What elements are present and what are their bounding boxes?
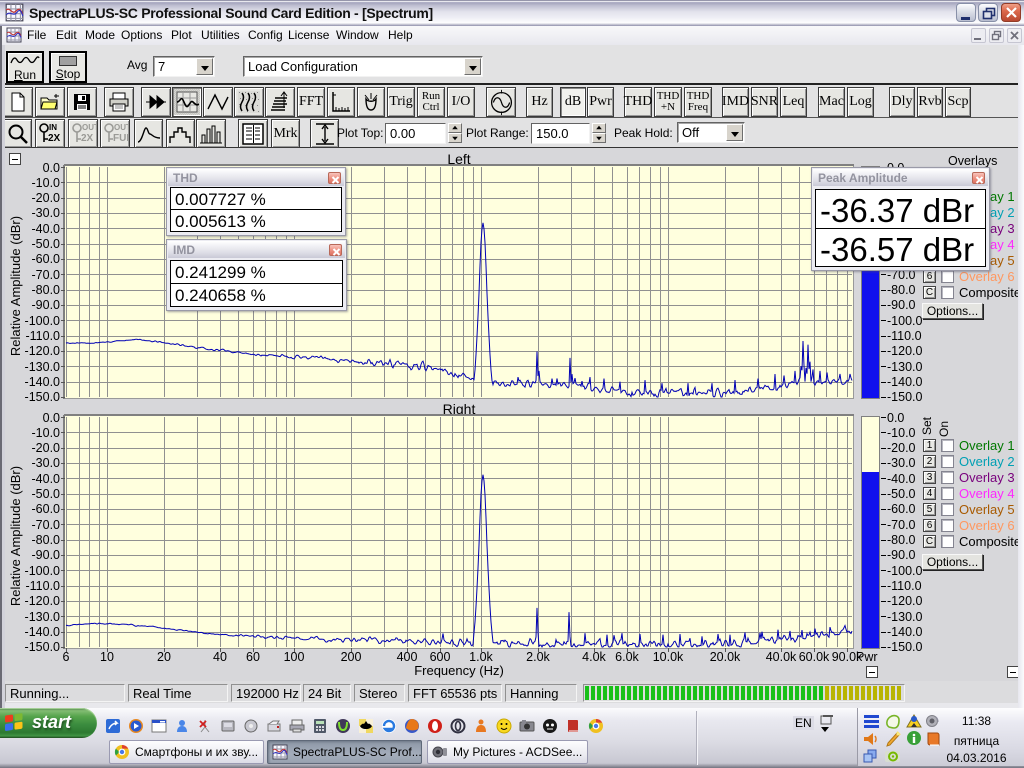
- svg-text:IN: IN: [49, 123, 57, 132]
- svg-text:On: On: [937, 421, 951, 437]
- svg-text:2X: 2X: [48, 133, 61, 144]
- svg-text:Relative Amplitude (dBr): Relative Amplitude (dBr): [8, 466, 23, 606]
- svg-text:-70.0: -70.0: [887, 518, 916, 532]
- svg-text:OUT: OUT: [82, 123, 97, 132]
- svg-text:-30.0: -30.0: [887, 456, 916, 470]
- svg-text:OUT: OUT: [114, 123, 129, 132]
- svg-text:-80.0: -80.0: [32, 283, 61, 297]
- svg-text:2X: 2X: [81, 133, 94, 144]
- svg-text:-110.0: -110.0: [887, 329, 922, 343]
- svg-text:10: 10: [100, 650, 114, 664]
- svg-text:Frequency (Hz): Frequency (Hz): [414, 663, 504, 678]
- svg-text:-40.0: -40.0: [32, 472, 61, 486]
- svg-text:-140.0: -140.0: [25, 625, 60, 639]
- svg-text:60: 60: [246, 650, 260, 664]
- svg-text:-120.0: -120.0: [887, 344, 922, 358]
- svg-text:-80.0: -80.0: [887, 283, 916, 297]
- svg-text:20.0k: 20.0k: [710, 650, 741, 664]
- svg-text:-10.0: -10.0: [32, 176, 61, 190]
- svg-text:-60.0: -60.0: [887, 502, 916, 516]
- svg-text:-100.0: -100.0: [25, 564, 60, 578]
- svg-text:-80.0: -80.0: [887, 533, 916, 547]
- svg-text:-50.0: -50.0: [32, 237, 61, 251]
- svg-text:20: 20: [157, 650, 171, 664]
- svg-text:-60.0: -60.0: [32, 252, 61, 266]
- svg-text:0.0: 0.0: [43, 161, 60, 175]
- svg-text:-140.0: -140.0: [887, 625, 922, 639]
- svg-text:40: 40: [213, 650, 227, 664]
- svg-text:-50.0: -50.0: [32, 487, 61, 501]
- svg-text:-150.0: -150.0: [25, 390, 60, 404]
- svg-text:-20.0: -20.0: [887, 441, 916, 455]
- svg-text:-130.0: -130.0: [887, 610, 922, 624]
- svg-text:-100.0: -100.0: [25, 314, 60, 328]
- svg-text:-130.0: -130.0: [887, 360, 922, 374]
- svg-text:-30.0: -30.0: [32, 206, 61, 220]
- svg-text:0.0: 0.0: [43, 411, 60, 425]
- svg-text:-10.0: -10.0: [32, 426, 61, 440]
- svg-text:-90.0: -90.0: [887, 298, 916, 312]
- svg-text:FUL: FUL: [113, 133, 129, 144]
- svg-text:-150.0: -150.0: [887, 640, 922, 654]
- svg-text:-140.0: -140.0: [887, 375, 922, 389]
- svg-text:-110.0: -110.0: [25, 329, 60, 343]
- svg-text:-110.0: -110.0: [887, 579, 922, 593]
- svg-text:-120.0: -120.0: [887, 594, 922, 608]
- svg-text:200: 200: [341, 650, 362, 664]
- svg-text:-100.0: -100.0: [887, 564, 922, 578]
- svg-text:60.0k: 60.0k: [799, 650, 830, 664]
- svg-text:-20.0: -20.0: [32, 191, 61, 205]
- svg-text:10.0k: 10.0k: [653, 650, 684, 664]
- svg-text:-90.0: -90.0: [32, 548, 61, 562]
- svg-text:600: 600: [430, 650, 451, 664]
- svg-text:Set: Set: [920, 416, 934, 435]
- svg-text:-40.0: -40.0: [32, 222, 61, 236]
- svg-text:6: 6: [63, 650, 70, 664]
- svg-text:-40.0: -40.0: [887, 472, 916, 486]
- svg-text:400: 400: [397, 650, 418, 664]
- svg-text:0.0: 0.0: [887, 411, 904, 425]
- svg-text:40.0k: 40.0k: [766, 650, 797, 664]
- svg-text:-150.0: -150.0: [887, 390, 922, 404]
- svg-text:Pwr: Pwr: [856, 650, 878, 664]
- svg-text:-130.0: -130.0: [25, 360, 60, 374]
- svg-text:100: 100: [284, 650, 305, 664]
- svg-text:-130.0: -130.0: [25, 610, 60, 624]
- svg-text:-50.0: -50.0: [887, 487, 916, 501]
- svg-text:-70.0: -70.0: [32, 268, 61, 282]
- svg-text:-90.0: -90.0: [32, 298, 61, 312]
- svg-text:Relative Amplitude (dBr): Relative Amplitude (dBr): [8, 216, 23, 356]
- svg-text:-120.0: -120.0: [25, 344, 60, 358]
- svg-text:1.0k: 1.0k: [469, 650, 493, 664]
- svg-text:-60.0: -60.0: [32, 502, 61, 516]
- svg-text:-120.0: -120.0: [25, 594, 60, 608]
- svg-text:-30.0: -30.0: [32, 456, 61, 470]
- svg-text:-70.0: -70.0: [32, 518, 61, 532]
- svg-text:6.0k: 6.0k: [615, 650, 639, 664]
- svg-text:-100.0: -100.0: [887, 314, 922, 328]
- svg-text:4.0k: 4.0k: [582, 650, 606, 664]
- svg-text:-10.0: -10.0: [887, 426, 916, 440]
- svg-text:2.0k: 2.0k: [526, 650, 550, 664]
- svg-text:-110.0: -110.0: [25, 579, 60, 593]
- svg-text:-20.0: -20.0: [32, 441, 61, 455]
- svg-text:-140.0: -140.0: [25, 375, 60, 389]
- svg-text:-80.0: -80.0: [32, 533, 61, 547]
- svg-text:Overlays: Overlays: [948, 154, 997, 168]
- svg-text:-90.0: -90.0: [887, 548, 916, 562]
- svg-text:-150.0: -150.0: [25, 640, 60, 654]
